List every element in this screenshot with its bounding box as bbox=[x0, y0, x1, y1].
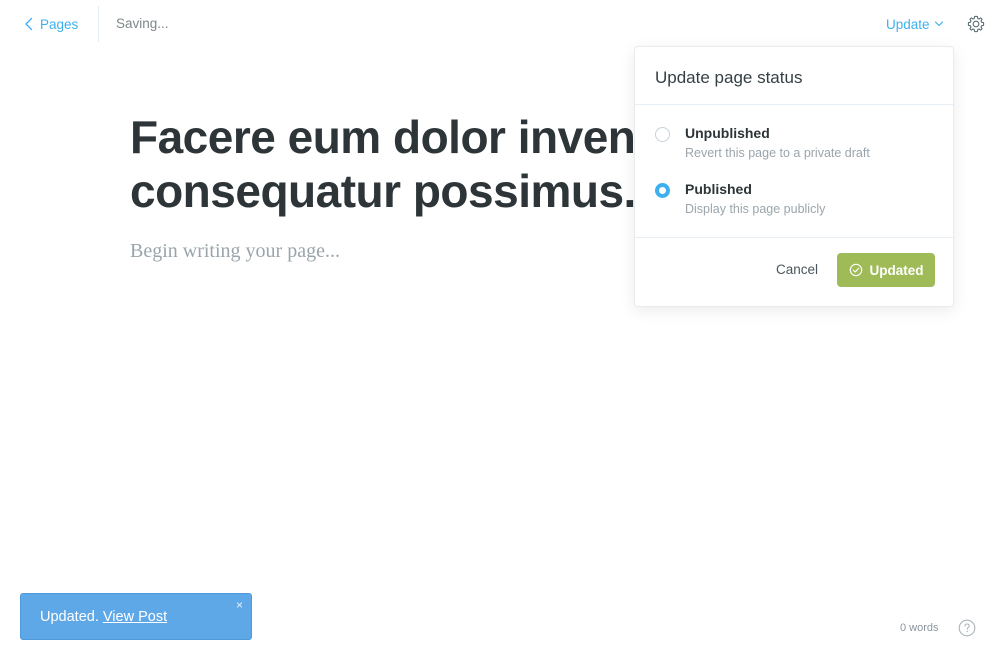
popover-title: Update page status bbox=[655, 68, 803, 87]
update-status-popover: Update page status Unpublished Revert th… bbox=[634, 46, 954, 307]
check-circle-icon bbox=[849, 263, 862, 277]
unpublished-radio[interactable] bbox=[655, 127, 670, 142]
status-option-unpublished[interactable]: Unpublished Revert this page to a privat… bbox=[655, 125, 935, 165]
help-circle-icon[interactable] bbox=[958, 619, 976, 637]
cancel-button[interactable]: Cancel bbox=[776, 262, 818, 277]
page-body-placeholder[interactable]: Begin writing your page... bbox=[130, 240, 340, 263]
popover-divider bbox=[635, 104, 953, 105]
updated-button[interactable]: Updated bbox=[837, 253, 935, 287]
toast-message: Updated. View Post bbox=[40, 609, 167, 625]
status-option-published[interactable]: Published Display this page publicly bbox=[655, 181, 935, 221]
back-to-pages-link[interactable]: Pages bbox=[24, 14, 78, 34]
view-post-link[interactable]: View Post bbox=[103, 609, 167, 625]
published-radio[interactable] bbox=[655, 183, 670, 198]
updated-button-label: Updated bbox=[869, 262, 924, 278]
word-count: 0 words bbox=[900, 622, 939, 634]
update-label: Update bbox=[886, 16, 930, 32]
back-link-label: Pages bbox=[40, 16, 79, 32]
chevron-left-icon bbox=[25, 17, 33, 31]
header-divider bbox=[98, 6, 99, 42]
toast-message-text: Updated. bbox=[40, 609, 99, 625]
close-icon[interactable]: × bbox=[236, 599, 243, 611]
option-label: Published bbox=[685, 181, 752, 197]
chevron-down-icon bbox=[934, 21, 943, 27]
editor-header: Pages Saving... Update bbox=[0, 0, 1000, 48]
update-dropdown-button[interactable]: Update bbox=[886, 14, 944, 34]
save-status: Saving... bbox=[116, 16, 169, 31]
option-description: Revert this page to a private draft bbox=[685, 146, 870, 160]
option-description: Display this page publicly bbox=[685, 202, 826, 216]
option-label: Unpublished bbox=[685, 125, 770, 141]
notification-toast: Updated. View Post × bbox=[20, 593, 252, 640]
popover-divider bbox=[635, 237, 953, 238]
gear-icon[interactable] bbox=[966, 14, 986, 34]
